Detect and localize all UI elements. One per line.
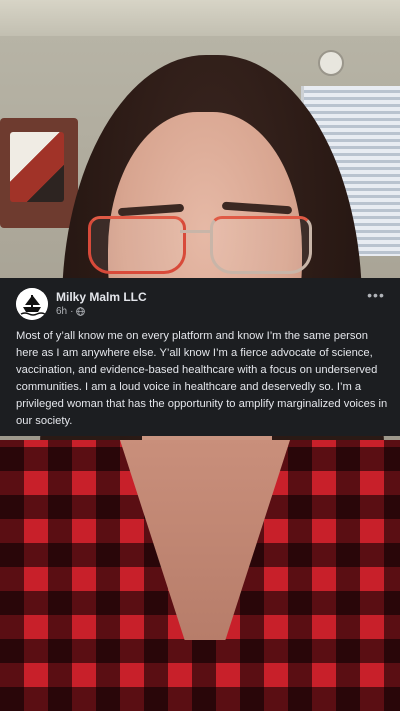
ship-logo-icon[interactable] bbox=[16, 288, 48, 320]
glasses-right-lens bbox=[210, 216, 312, 274]
glasses-bridge bbox=[180, 230, 210, 233]
globe-icon bbox=[76, 307, 86, 316]
more-options-icon[interactable]: ••• bbox=[366, 288, 386, 304]
facebook-post-card: Milky Malm LLC 6h · ••• Most of y’all kn… bbox=[0, 278, 400, 436]
ceiling-fixture bbox=[318, 50, 344, 76]
room-ceiling bbox=[0, 0, 400, 36]
shelf-decor bbox=[10, 132, 64, 202]
glasses-left-lens bbox=[88, 216, 186, 274]
post-timestamp[interactable]: 6h bbox=[56, 306, 67, 317]
post-body-text: Most of y’all know me on every platform … bbox=[16, 330, 388, 427]
post-header: Milky Malm LLC 6h · ••• bbox=[16, 288, 388, 322]
meta-separator: · bbox=[70, 306, 74, 317]
post-author-name[interactable]: Milky Malm LLC bbox=[56, 290, 147, 304]
post-meta: 6h · bbox=[56, 306, 86, 317]
